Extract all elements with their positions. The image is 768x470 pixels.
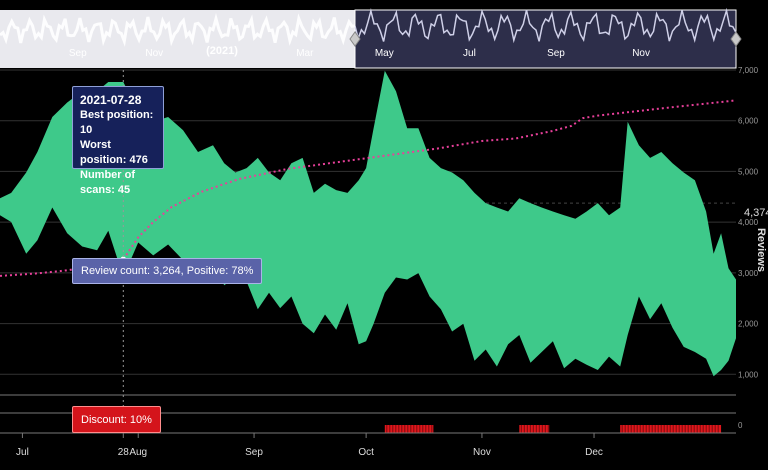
tooltip-date: 2021-07-28 xyxy=(80,93,142,107)
review-tooltip: Review count: 3,264, Positive: 78% xyxy=(72,258,263,284)
navigator-tick-label: Sep xyxy=(69,48,87,59)
y-axis-title: Reviews xyxy=(755,228,767,272)
x-tick-label: Sep xyxy=(245,447,263,458)
navigator-tick-label: Nov xyxy=(632,48,650,59)
y-tick-label: 7,000 xyxy=(738,66,759,75)
navigator-left xyxy=(0,10,355,68)
y-tick-label: 0 xyxy=(738,421,743,430)
y-tick-label: 2,000 xyxy=(738,320,759,329)
x-tick-label: Nov xyxy=(473,447,491,458)
navigator-tick-label: Jul xyxy=(463,48,476,59)
navigator-tick-label: Mar xyxy=(296,48,314,59)
last-value-label: 4,374 xyxy=(744,207,768,219)
x-tick-label: Dec xyxy=(585,447,603,458)
discount-tooltip: Discount: 10% xyxy=(72,406,161,433)
chart-svg[interactable]: Sep Nov Mar(2021) May Jul Sep Nov01,0002,0003,… xyxy=(0,0,768,470)
y-tick-label: 5,000 xyxy=(738,167,759,176)
x-tick-label: Jul xyxy=(16,447,29,458)
navigator-tick-label: Sep xyxy=(547,48,565,59)
tooltip-best: Best position: 10 xyxy=(80,109,154,136)
y-tick-label: 4,000 xyxy=(738,218,759,227)
x-tick-label: Aug xyxy=(129,447,147,458)
position-tooltip: 2021-07-28 Best position: 10 Worst posit… xyxy=(72,86,164,196)
x-tick-label: Oct xyxy=(358,447,374,458)
navigator-tick-label: Nov xyxy=(145,48,163,59)
navigator-year-label: (2021) xyxy=(206,45,238,57)
y-tick-label: 6,000 xyxy=(738,117,759,126)
x-tick-label: 28 xyxy=(118,447,130,458)
tooltip-scans: Number of scans: 45 xyxy=(80,169,135,196)
tooltip-worst: Worst position: 476 xyxy=(80,139,148,166)
y-tick-label: 1,000 xyxy=(738,370,759,379)
navigator-tick-label: May xyxy=(375,48,394,59)
discount-bar xyxy=(519,425,550,433)
